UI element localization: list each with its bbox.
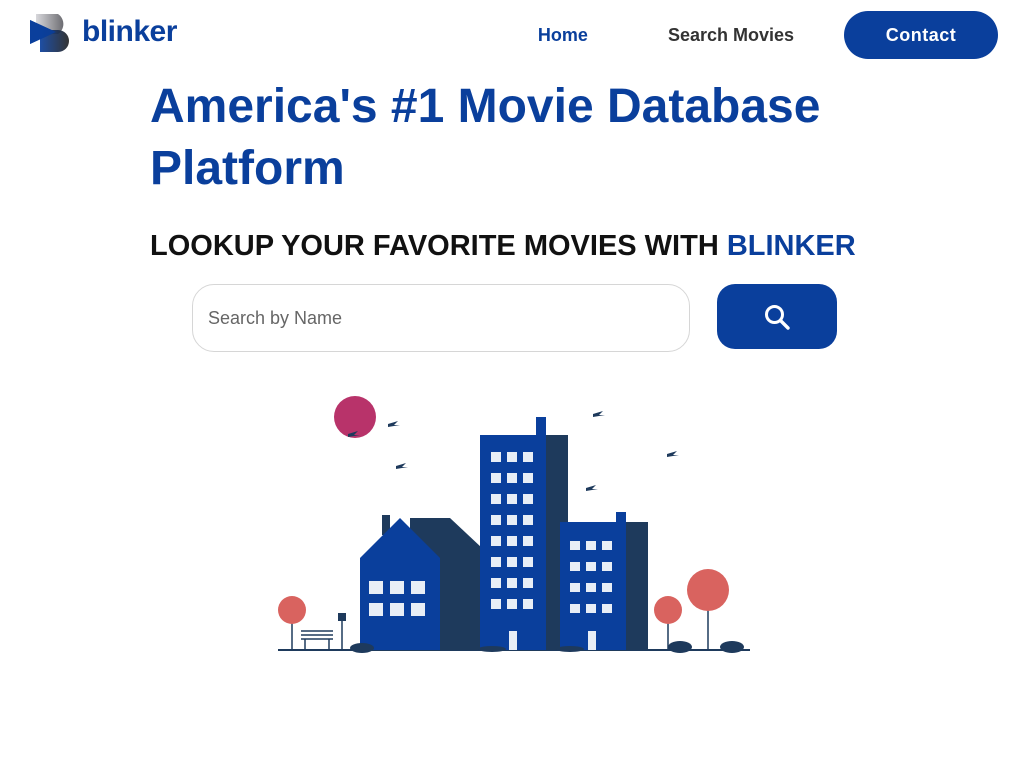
logo[interactable]: blinker: [30, 12, 177, 52]
hero-subtitle: LOOKUP YOUR FAVORITE MOVIES WITH BLINKER: [150, 228, 856, 264]
main-nav: Home Search Movies Contact: [538, 11, 998, 59]
nav-search-movies-link[interactable]: Search Movies: [668, 11, 794, 59]
office-building: [560, 512, 648, 650]
house-building: [360, 515, 482, 650]
logo-text: blinker: [82, 15, 177, 48]
tower-building: [480, 417, 568, 650]
sun-icon: [334, 396, 376, 438]
contact-button[interactable]: Contact: [844, 11, 998, 59]
nav-home-link[interactable]: Home: [538, 11, 588, 59]
hero-title: America's #1 Movie Database Platform: [150, 80, 821, 195]
search-input[interactable]: [192, 284, 690, 352]
subtitle-prefix: LOOKUP YOUR FAVORITE MOVIES WITH: [150, 230, 727, 262]
logo-mark-icon: [30, 14, 69, 52]
bench-icon: [301, 630, 333, 649]
city-illustration: [278, 396, 750, 653]
lamp-icon: [338, 613, 346, 650]
search-icon: [765, 304, 790, 330]
subtitle-brand: BLINKER: [726, 230, 856, 262]
search-button[interactable]: [717, 284, 837, 349]
